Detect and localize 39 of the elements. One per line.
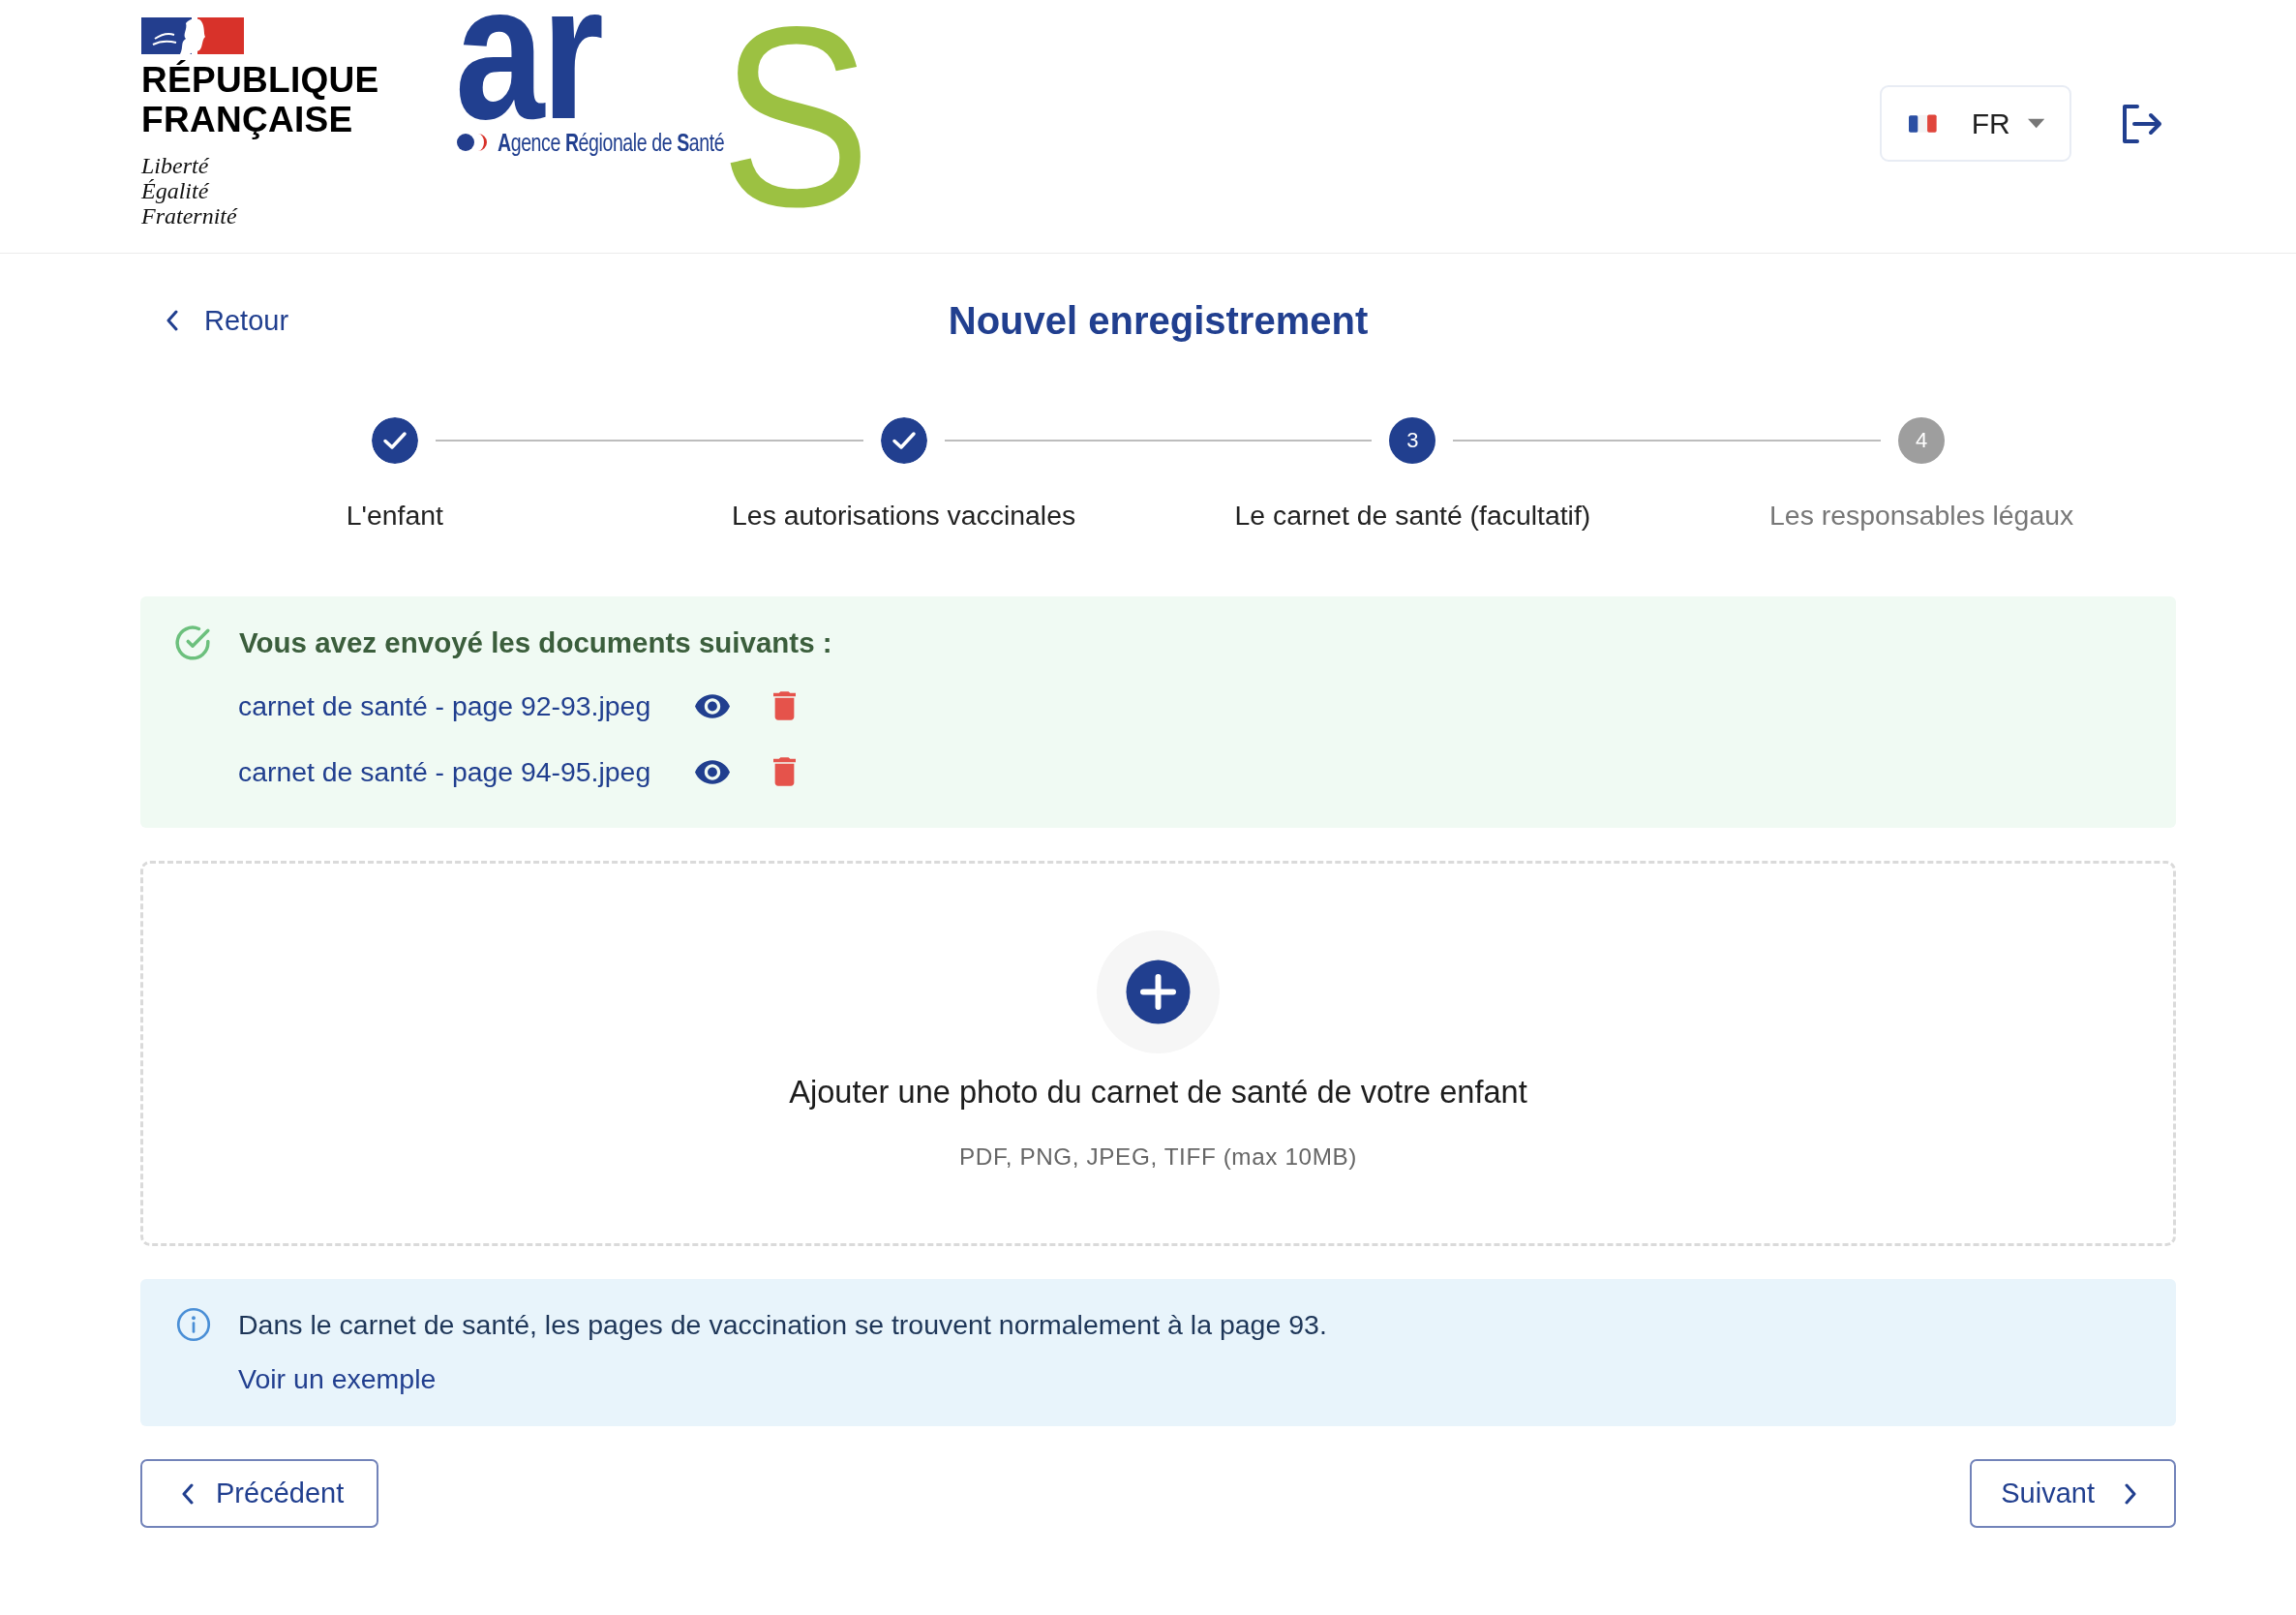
example-link[interactable]: Voir un exemple: [238, 1361, 437, 1396]
check-circle-icon: [174, 625, 211, 661]
caret-down-icon: [2027, 118, 2044, 129]
next-button[interactable]: Suivant: [1970, 1459, 2176, 1528]
logo-title: RÉPUBLIQUE: [141, 60, 379, 100]
upload-hint: PDF, PNG, JPEG, TIFF (max 10MB): [959, 1143, 1357, 1171]
flag-icon: [1909, 112, 1937, 135]
logo-motto: Fraternité: [141, 203, 237, 229]
back-link[interactable]: Retour: [140, 304, 289, 337]
file-link[interactable]: carnet de santé - page 92-93.jpeg: [238, 689, 695, 722]
logo-letters: ar: [455, 12, 601, 128]
step-label: Les autorisations vaccinales: [732, 499, 1076, 532]
republic-emblem-icon: [141, 17, 244, 54]
plus-icon[interactable]: [1097, 930, 1220, 1053]
eye-icon[interactable]: [695, 759, 730, 784]
step-number: 3: [1389, 417, 1436, 464]
step-label: L'enfant: [346, 499, 443, 532]
info-icon: [176, 1307, 211, 1342]
success-heading: Vous avez envoyé les documents suivants :: [239, 625, 832, 660]
chevron-right-icon: [2124, 1482, 2137, 1505]
logo-motto: Égalité: [141, 178, 209, 203]
file-link[interactable]: carnet de santé - page 94-95.jpeg: [238, 755, 695, 788]
page-title: Nouvel enregistrement: [948, 298, 1369, 344]
language-select[interactable]: FR: [1880, 85, 2071, 162]
logout-icon[interactable]: [2122, 104, 2162, 143]
step-label: Le carnet de santé (facultatif): [1234, 499, 1591, 532]
logo-title: FRANÇAISE: [141, 100, 353, 139]
upload-label: Ajouter une photo du carnet de santé de votre enfant: [789, 1075, 1527, 1110]
info-text: Dans le carnet de santé, les pages de vaccination se trouvent normalement à la page 93.: [238, 1308, 1327, 1342]
eye-icon[interactable]: [695, 693, 730, 718]
previous-button[interactable]: Précédent: [140, 1459, 379, 1528]
chevron-left-icon: [166, 310, 179, 331]
trash-icon[interactable]: [773, 691, 796, 720]
upload-dropzone[interactable]: Ajouter une photo du carnet de santé de votre enfant PDF, PNG, JPEG, TIFF (max 10MB): [140, 861, 2176, 1246]
step-number: 4: [1898, 417, 1946, 464]
step-label: Les responsables légaux: [1769, 499, 2074, 532]
chevron-left-icon: [181, 1482, 195, 1505]
trash-icon[interactable]: [773, 757, 796, 786]
logo-motto: Liberté: [141, 153, 209, 178]
